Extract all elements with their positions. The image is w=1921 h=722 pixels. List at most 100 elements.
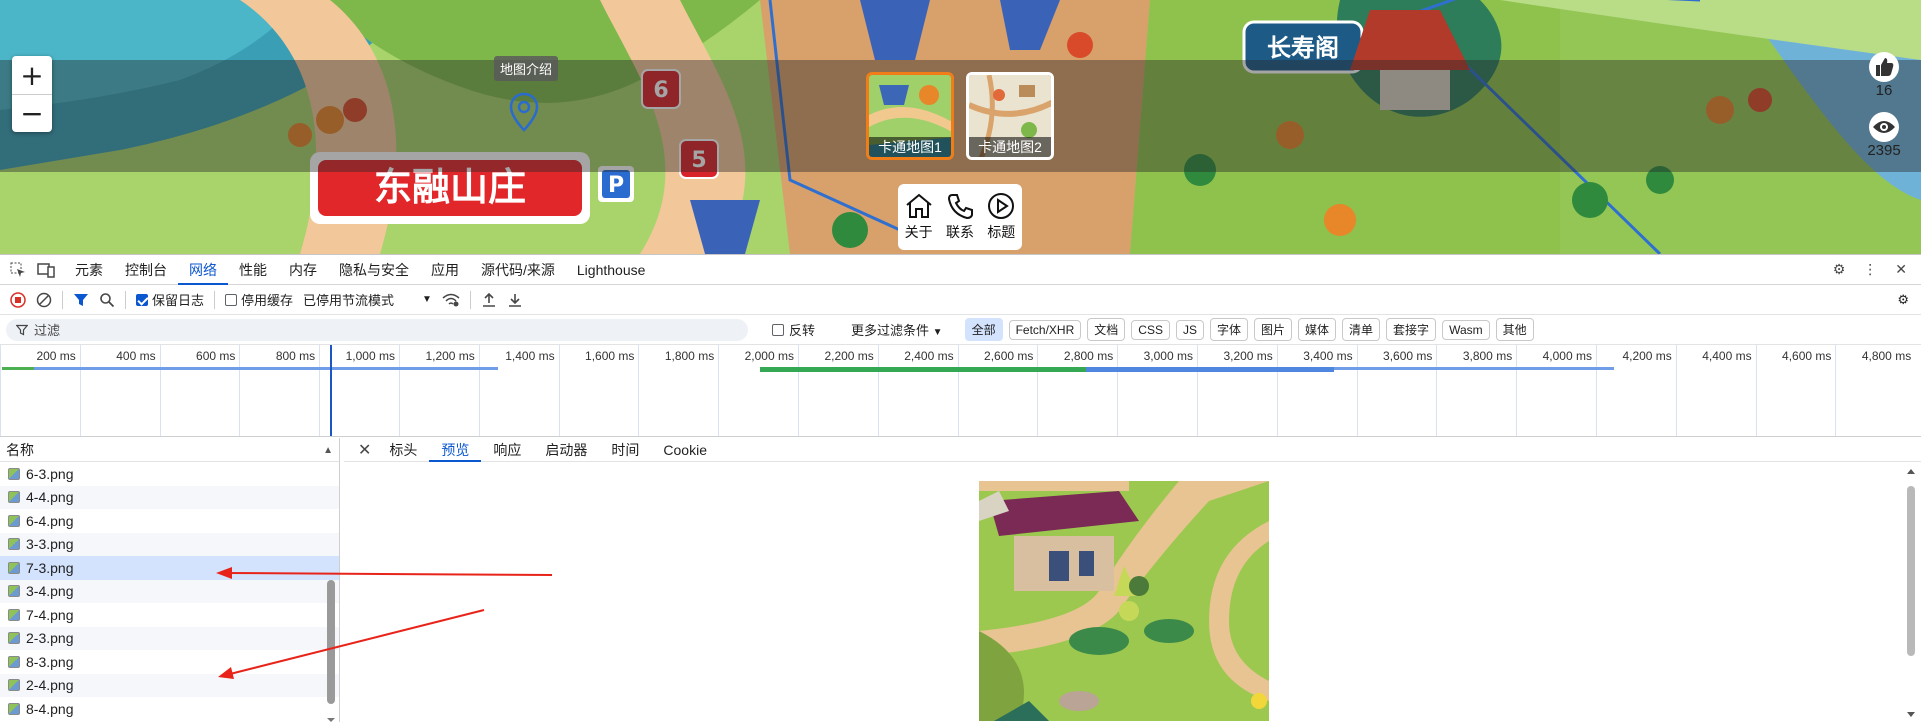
filter-chip-manifest[interactable]: 清单	[1342, 318, 1381, 341]
settings-gear-icon[interactable]: ⚙	[1833, 261, 1846, 278]
timeline-tick-label: 3,400 ms	[1303, 349, 1353, 363]
timeline-tick: 3,200 ms	[1197, 345, 1277, 436]
tab-lighthouse[interactable]: Lighthouse	[566, 255, 657, 285]
inspect-element-icon[interactable]	[8, 260, 28, 280]
filter-chip-doc[interactable]: 文档	[1087, 318, 1126, 341]
request-name: 7-3.png	[26, 559, 74, 576]
tab-initiator[interactable]: 启动器	[533, 438, 599, 462]
map-thumbnail-1-label: 卡通地图1	[869, 137, 951, 157]
tab-timing[interactable]: 时间	[599, 438, 651, 462]
request-list-scrollbar[interactable]	[325, 462, 337, 722]
view-counter: 2395	[1866, 112, 1902, 159]
request-row[interactable]: 7-3.png	[0, 556, 339, 580]
tab-privacy-security[interactable]: 隐私与安全	[328, 255, 420, 285]
tab-performance[interactable]: 性能	[228, 255, 278, 285]
timeline-tick-label: 4,000 ms	[1542, 349, 1592, 363]
filter-chip-socket[interactable]: 套接字	[1386, 318, 1437, 341]
zoom-in-button[interactable]: +	[12, 56, 52, 94]
filter-chip-all[interactable]: 全部	[964, 318, 1003, 341]
tab-headers[interactable]: 标头	[377, 438, 429, 462]
image-file-icon	[8, 632, 20, 645]
tab-memory[interactable]: 内存	[278, 255, 328, 285]
timeline-tick: 3,000 ms	[1117, 345, 1197, 436]
request-row[interactable]: 8-3.png	[0, 650, 339, 674]
filter-chip-css[interactable]: CSS	[1131, 319, 1170, 340]
tab-network[interactable]: 网络	[178, 255, 228, 285]
request-row[interactable]: 3-4.png	[0, 579, 339, 603]
preview-scrollbar[interactable]	[1905, 468, 1917, 718]
svg-text:长寿阁: 长寿阁	[1267, 34, 1339, 62]
tab-preview[interactable]: 预览	[429, 438, 482, 462]
sort-up-icon[interactable]: ▲	[323, 439, 333, 463]
timeline-cursor	[330, 345, 332, 436]
network-settings-gear-icon[interactable]: ⚙	[1897, 292, 1921, 308]
timeline-tick-label: 600 ms	[196, 349, 236, 363]
preserve-log-check[interactable]	[136, 293, 148, 306]
map-thumbnail-2[interactable]: 卡通地图2	[966, 72, 1054, 160]
timeline-tick-label: 400 ms	[116, 349, 156, 363]
like-counter[interactable]: 16	[1866, 52, 1902, 99]
download-icon[interactable]	[507, 292, 523, 308]
zoom-control: + −	[12, 56, 52, 132]
request-row[interactable]: 4-4.png	[0, 485, 339, 509]
cartoon-map-view[interactable]: 东融山庄 长寿阁 P 6 5 + − 地图介绍 卡通地图1 卡通地图2 关于 联…	[0, 0, 1921, 254]
filter-chip-wasm[interactable]: Wasm	[1442, 319, 1490, 340]
clear-icon[interactable]	[36, 292, 52, 308]
zoom-out-button[interactable]: −	[12, 94, 52, 132]
like-count: 16	[1875, 82, 1893, 99]
network-filter-bar: 过滤 反转 更多过滤条件 ▼ 全部 Fetch/XHR 文档 CSS JS 字体…	[0, 315, 1921, 345]
request-row[interactable]: 2-4.png	[0, 673, 339, 697]
invert-check[interactable]	[772, 323, 784, 336]
search-icon[interactable]	[99, 292, 115, 308]
map-thumbnail-1[interactable]: 卡通地图1	[866, 72, 954, 160]
disable-cache-checkbox[interactable]: 停用缓存	[225, 290, 293, 309]
home-icon	[906, 193, 932, 218]
more-filters-dropdown[interactable]: 更多过滤条件 ▼	[851, 320, 943, 339]
nav-contact[interactable]: 联系	[945, 192, 975, 242]
request-row[interactable]: 2-3.png	[0, 626, 339, 650]
eye-icon	[1869, 112, 1899, 142]
filter-input[interactable]: 过滤	[6, 318, 748, 341]
request-name: 8-3.png	[26, 653, 74, 670]
more-options-icon[interactable]: ⋮	[1863, 261, 1877, 278]
disable-cache-check[interactable]	[225, 293, 238, 306]
nav-title[interactable]: 标题	[986, 192, 1016, 242]
tab-sources[interactable]: 源代码/来源	[470, 255, 566, 285]
upload-icon[interactable]	[481, 292, 497, 308]
request-row[interactable]: 7-4.png	[0, 603, 339, 627]
record-stop-icon[interactable]	[10, 291, 26, 308]
request-row[interactable]: 3-3.png	[0, 532, 339, 556]
nav-about[interactable]: 关于	[904, 192, 934, 242]
location-pin-icon[interactable]	[508, 92, 540, 137]
filter-funnel-icon[interactable]	[73, 292, 89, 308]
request-row[interactable]: 6-4.png	[0, 509, 339, 533]
filter-chip-img[interactable]: 图片	[1254, 318, 1293, 341]
thumbs-up-icon	[1869, 52, 1899, 82]
throttle-select[interactable]: 已停用节流模式	[303, 290, 394, 309]
device-toolbar-icon[interactable]	[36, 260, 56, 280]
filter-chip-js[interactable]: JS	[1175, 319, 1204, 340]
chevron-down-icon[interactable]: ▼	[422, 294, 432, 305]
network-conditions-icon[interactable]	[442, 292, 460, 308]
request-row[interactable]: 6-3.png	[0, 462, 339, 486]
tab-console[interactable]: 控制台	[114, 255, 178, 285]
filter-chip-other[interactable]: 其他	[1495, 318, 1534, 341]
timeline-tick-label: 1,400 ms	[505, 349, 555, 363]
timeline-tick-label: 3,200 ms	[1223, 349, 1273, 363]
close-devtools-icon[interactable]: ✕	[1895, 261, 1907, 278]
image-file-icon	[8, 679, 20, 692]
invert-checkbox[interactable]: 反转	[772, 320, 815, 339]
preserve-log-checkbox[interactable]: 保留日志	[136, 290, 204, 309]
filter-chip-media[interactable]: 媒体	[1298, 318, 1337, 341]
tab-cookies[interactable]: Cookie	[651, 438, 719, 462]
request-name: 2-4.png	[26, 677, 74, 694]
network-overview-timeline[interactable]: 4,800 ms 4,600 ms 4,400 ms 4,200 ms 4,000 ms…	[0, 345, 1921, 437]
tab-application[interactable]: 应用	[420, 255, 470, 285]
close-detail-icon[interactable]: ✕	[358, 440, 377, 460]
request-row[interactable]: 8-4.png	[0, 697, 339, 721]
filter-chip-font[interactable]: 字体	[1209, 318, 1248, 341]
tab-elements[interactable]: 元素	[64, 255, 114, 285]
name-column-header[interactable]: 名称 ▲	[0, 438, 339, 462]
tab-response[interactable]: 响应	[481, 438, 533, 462]
filter-chip-fetch-xhr[interactable]: Fetch/XHR	[1008, 319, 1082, 340]
